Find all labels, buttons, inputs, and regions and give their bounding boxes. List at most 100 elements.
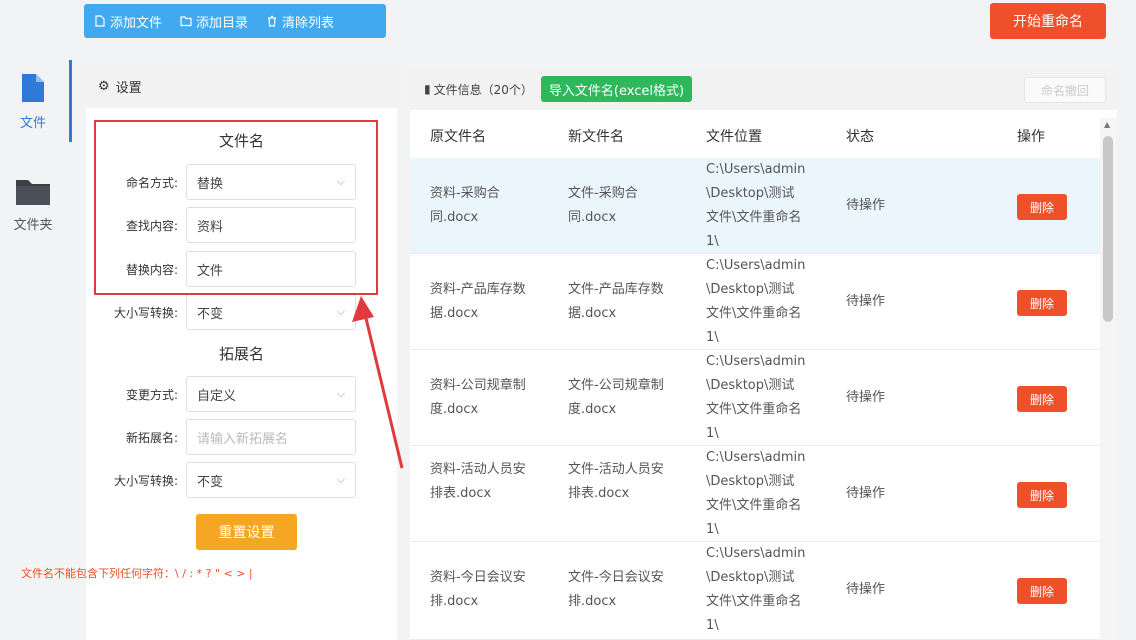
start-rename-button[interactable]: 开始重命名 (990, 3, 1106, 39)
find-label: 查找内容: (125, 218, 178, 233)
case-select[interactable]: 不变 ⌵ (186, 294, 356, 330)
chevron-down-icon: ⌵ (336, 175, 345, 188)
rename-mode-select[interactable]: 替换 ⌵ (186, 164, 356, 200)
vertical-scrollbar[interactable]: ▲ (1100, 118, 1117, 640)
sidebar-item-label: 文件夹 (13, 218, 53, 233)
ext-mode-label: 变更方式: (125, 387, 178, 402)
file-info-title: 文件信息（20个） (433, 82, 533, 97)
new-name-cell: 文件-公司规章制度.docx (568, 378, 664, 417)
new-ext-row: 新拓展名: 请输入新拓展名 (86, 419, 397, 455)
rename-mode-value: 替换 (197, 176, 224, 192)
settings-panel: ⚙ 设置 文件名 命名方式: 替换 ⌵ 查找内容: 资料 替换内容: 文件 大小… (86, 64, 397, 640)
ext-case-label: 大小写转换: (113, 473, 178, 488)
clear-list-label: 清除列表 (282, 15, 335, 31)
table-row[interactable]: 资料-产品库存数据.docx 文件-产品库存数据.docx C:\Users\a… (410, 254, 1100, 350)
orig-name-cell: 资料-今日会议安排.docx (430, 570, 526, 609)
column-header: 原文件名 (430, 129, 486, 145)
find-row: 查找内容: 资料 (86, 207, 397, 243)
table-row[interactable]: 资料-公司规章制度.docx 文件-公司规章制度.docx C:\Users\a… (410, 350, 1100, 446)
table-row[interactable]: 资料-活动人员安排表.docx 文件-活动人员安排表.docx C:\Users… (410, 446, 1100, 542)
location-cell: C:\Users\admin\Desktop\测试文件\文件重命名1\ (706, 546, 806, 633)
case-label: 大小写转换: (113, 305, 178, 320)
status-cell: 待操作 (846, 294, 886, 309)
orig-name-cell: 资料-产品库存数据.docx (430, 282, 526, 321)
column-header: 文件位置 (706, 129, 762, 145)
invalid-chars-warning: 文件名不能包含下列任何字符：\ / : * ? " < > | (21, 567, 253, 580)
import-excel-button[interactable]: 导入文件名(excel格式) (540, 76, 693, 102)
file-info-panel: ▮ 文件信息（20个） 导入文件名(excel格式) 命名撤回 原文件名 新文件… (410, 68, 1117, 640)
delete-button[interactable]: 删除 (1017, 386, 1067, 412)
undo-rename-button[interactable]: 命名撤回 (1024, 77, 1106, 103)
chevron-down-icon: ⌵ (336, 305, 345, 318)
file-info-header: ▮ 文件信息（20个） 导入文件名(excel格式) (410, 68, 1117, 110)
ext-mode-select[interactable]: 自定义 ⌵ (186, 376, 356, 412)
ext-mode-row: 变更方式: 自定义 ⌵ (86, 376, 397, 412)
add-file-label: 添加文件 (110, 15, 163, 31)
folder-outline-icon (180, 16, 192, 27)
file-outline-icon (95, 15, 105, 27)
toolbar: 添加文件 添加目录 清除列表 (84, 4, 386, 38)
orig-name-cell: 资料-活动人员安排表.docx (430, 462, 526, 501)
gear-icon: ⚙ (98, 78, 110, 94)
location-cell: C:\Users\admin\Desktop\测试文件\文件重命名1\ (706, 162, 806, 249)
new-name-cell: 文件-采购合同.docx (568, 186, 638, 225)
settings-title: 设置 (115, 80, 142, 96)
settings-header: ⚙ 设置 (86, 64, 397, 108)
find-input[interactable]: 资料 (186, 207, 356, 243)
ext-case-row: 大小写转换: 不变 ⌵ (86, 462, 397, 498)
case-value: 不变 (197, 306, 224, 322)
replace-input[interactable]: 文件 (186, 251, 356, 287)
new-name-cell: 文件-活动人员安排表.docx (568, 462, 664, 501)
sidebar-item-label: 文件 (19, 116, 46, 131)
delete-button[interactable]: 删除 (1017, 194, 1067, 220)
delete-button[interactable]: 删除 (1017, 482, 1067, 508)
add-dir-label: 添加目录 (196, 15, 249, 31)
chevron-down-icon: ⌵ (336, 387, 345, 400)
rename-mode-label: 命名方式: (125, 175, 178, 190)
scroll-up-icon[interactable]: ▲ (1104, 120, 1110, 129)
location-cell: C:\Users\admin\Desktop\测试文件\文件重命名1\ (706, 450, 806, 537)
location-cell: C:\Users\admin\Desktop\测试文件\文件重命名1\ (706, 258, 806, 345)
orig-name-cell: 资料-采购合同.docx (430, 186, 500, 225)
rename-mode-row: 命名方式: 替换 ⌵ (86, 164, 397, 200)
column-header: 状态 (846, 129, 874, 145)
reset-settings-button[interactable]: 重置设置 (196, 514, 297, 550)
add-file-button[interactable]: 添加文件 (94, 12, 162, 31)
status-cell: 待操作 (846, 486, 886, 501)
status-cell: 待操作 (846, 582, 886, 597)
replace-row: 替换内容: 文件 (86, 251, 397, 287)
new-name-cell: 文件-今日会议安排.docx (568, 570, 664, 609)
table-row[interactable]: 资料-采购合同.docx 文件-采购合同.docx C:\Users\admin… (410, 158, 1100, 254)
status-cell: 待操作 (846, 198, 886, 213)
ext-mode-value: 自定义 (197, 388, 237, 404)
new-ext-input[interactable]: 请输入新拓展名 (186, 419, 356, 455)
trash-icon (268, 15, 277, 27)
active-indicator (69, 60, 72, 142)
replace-label: 替换内容: (125, 262, 178, 277)
folder-icon (15, 176, 51, 210)
status-cell: 待操作 (846, 390, 886, 405)
chevron-down-icon: ⌵ (336, 473, 345, 486)
orig-name-cell: 资料-公司规章制度.docx (430, 378, 526, 417)
scroll-thumb[interactable] (1103, 136, 1113, 322)
ext-section-title: 拓展名 (218, 345, 264, 363)
ext-case-select[interactable]: 不变 ⌵ (186, 462, 356, 498)
document-icon: ▮ (424, 82, 431, 96)
ext-case-value: 不变 (197, 474, 224, 490)
new-ext-label: 新拓展名: (125, 430, 178, 445)
clear-list-button[interactable]: 清除列表 (266, 12, 334, 31)
column-header: 新文件名 (568, 129, 624, 145)
add-dir-button[interactable]: 添加目录 (180, 12, 248, 31)
sidebar: 文件 文件夹 (0, 0, 72, 640)
case-row: 大小写转换: 不变 ⌵ (86, 294, 397, 330)
new-name-cell: 文件-产品库存数据.docx (568, 282, 664, 321)
sidebar-item-file[interactable]: 文件 (0, 72, 66, 131)
table-row[interactable]: 资料-今日会议安排.docx 文件-今日会议安排.docx C:\Users\a… (410, 542, 1100, 640)
delete-button[interactable]: 删除 (1017, 290, 1067, 316)
column-header: 操作 (1017, 129, 1045, 145)
file-icon (20, 72, 46, 108)
delete-button[interactable]: 删除 (1017, 578, 1067, 604)
location-cell: C:\Users\admin\Desktop\测试文件\文件重命名1\ (706, 354, 806, 441)
sidebar-item-folder[interactable]: 文件夹 (0, 176, 66, 233)
filename-section-title: 文件名 (218, 132, 264, 150)
